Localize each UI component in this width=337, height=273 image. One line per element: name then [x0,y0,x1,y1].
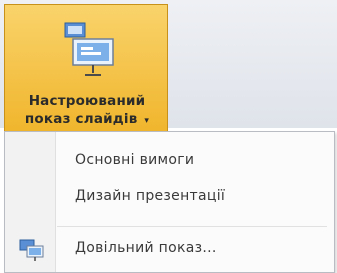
custom-show-icon [19,239,44,261]
menu-item-label: Довільний показ... [75,240,217,256]
menu-item-presentation-design[interactable]: Дизайн презентації [5,180,334,216]
custom-slide-show-button[interactable]: Настроюваний показ слайдів ▾ [4,4,168,132]
slideshow-screen-icon [64,22,114,76]
button-label-text: показ слайдів [24,111,138,127]
chevron-down-icon[interactable]: ▾ [144,116,149,126]
button-label-line2: показ слайдів ▾ [5,111,169,127]
menu-separator [57,226,327,227]
menu-item-basic-requirements[interactable]: Основні вимоги [5,144,334,180]
dropdown-menu: Основні вимоги Дизайн презентації Довіль… [4,131,335,273]
menu-item-label: Основні вимоги [75,152,195,168]
menu-item-custom-show[interactable]: Довільний показ... [5,232,334,268]
menu-item-label: Дизайн презентації [75,188,226,204]
button-label-line1: Настроюваний [28,93,146,109]
